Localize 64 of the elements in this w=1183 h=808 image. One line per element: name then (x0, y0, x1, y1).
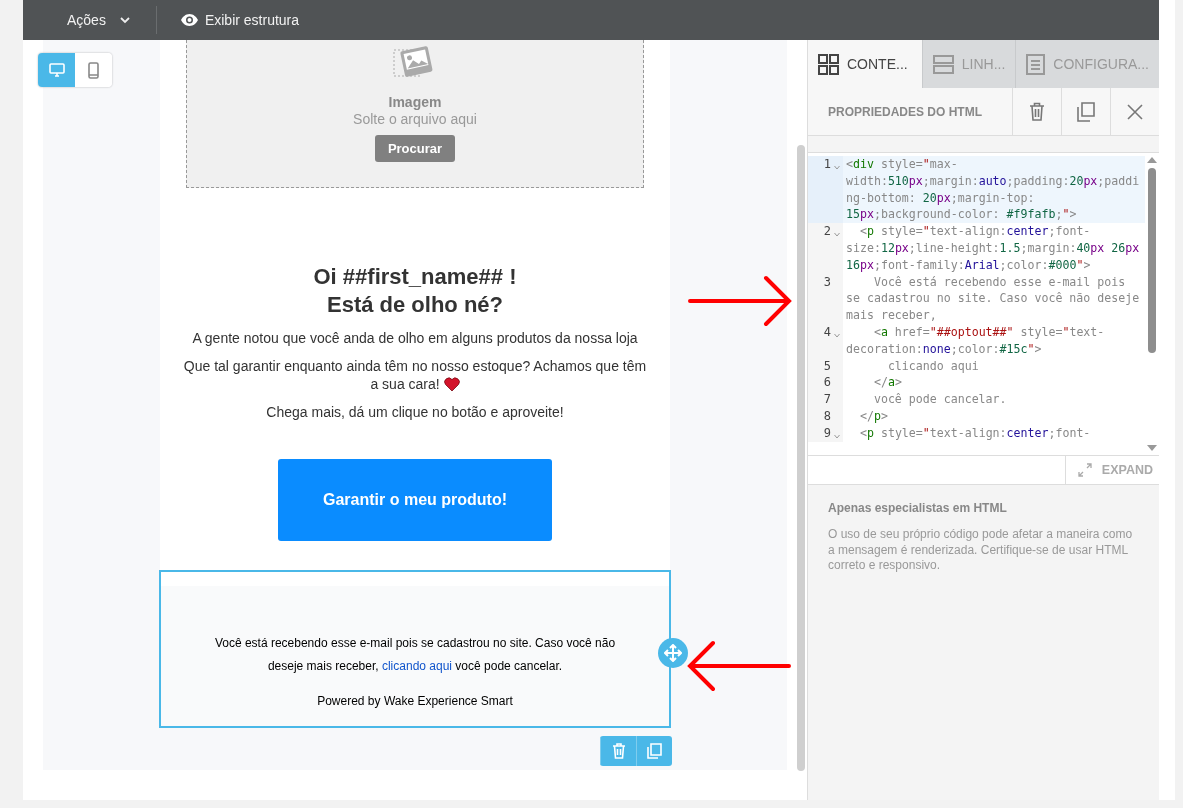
code-line: </a> (872, 374, 903, 392)
footer-block[interactable]: Você está recebendo esse e-mail pois se cadastrou no site. Caso você não deseje mais receber, clicando aqui você pode cancelar. Powered by Wake Experience Smart (159, 570, 671, 728)
code-line: <p style="text-align:center;font-size:12px;line-height:1.5;margin:40px 26px 16px;font-family:Arial;color:#000"> (845, 223, 1141, 274)
duplicate-block-button[interactable] (636, 736, 672, 766)
line-number: 5 (823, 357, 831, 375)
image-dropzone[interactable]: Imagem Solte o arquivo aqui Procurar (186, 40, 644, 188)
show-structure-button[interactable]: Exibir estrutura (180, 12, 300, 28)
trash-icon (611, 743, 626, 759)
phone-icon (88, 61, 99, 79)
unsubscribe-text: Você está recebendo esse e-mail pois se cadastrou no site. Caso você não deseje mais receber, clicando aqui você pode cancelar. (213, 635, 617, 675)
panel-title: PROPRIEDADES DO HTML (827, 104, 983, 119)
email-heading: Está de olho né? (326, 291, 504, 319)
fold-icon[interactable] (834, 232, 840, 238)
code-line: <p style="text-align:center;font- (858, 424, 1092, 442)
fold-icon[interactable] (834, 332, 840, 338)
heart-icon (443, 377, 460, 391)
line-number: 4 (823, 323, 831, 341)
expand-icon (1077, 463, 1092, 477)
eye-icon (180, 14, 198, 26)
desktop-view-button[interactable] (38, 53, 75, 87)
line-number: 8 (823, 407, 831, 425)
cta-button[interactable]: Garantir o meu produto! (278, 459, 552, 541)
chevron-down-icon (119, 16, 130, 24)
email-paragraph: Chega mais, dá um clique no botão e aproveite! (265, 403, 565, 421)
mobile-view-button[interactable] (75, 53, 112, 87)
monitor-icon (48, 63, 65, 77)
panel-tab[interactable]: CONTE... (808, 40, 923, 88)
trash-icon (1029, 102, 1045, 121)
line-number: 1 (823, 156, 831, 173)
code-line: clicando aqui (886, 357, 980, 375)
fold-icon[interactable] (834, 165, 840, 170)
browse-button[interactable]: Procurar (374, 135, 456, 162)
line-number: 7 (823, 391, 831, 408)
email-heading: Oi ##first_name## ! (312, 263, 518, 291)
code-line: </p> (858, 407, 889, 425)
email-paragraph: Que tal garantir enquanto ainda têm no nosso estoque? Achamos que têm a sua cara! (182, 357, 648, 393)
email-paragraph: A gente notou que você anda de olho em alguns produtos da nossa loja (191, 329, 639, 347)
grid-icon (818, 53, 839, 75)
close-icon (1127, 103, 1143, 120)
copy-icon (1077, 101, 1095, 122)
line-number: 9 (823, 424, 831, 442)
image-title: Imagem (388, 94, 442, 110)
rows-icon (932, 53, 954, 75)
delete-block-button[interactable] (600, 736, 636, 766)
scrollbar[interactable] (797, 145, 805, 771)
line-number: 6 (823, 374, 831, 392)
scroll-up-icon[interactable] (1147, 156, 1157, 163)
actions-menu[interactable]: Ações (67, 12, 130, 28)
image-hint: Solte o arquivo aqui (353, 111, 477, 127)
notice-title: Apenas especialistas em HTML (828, 501, 1008, 515)
code-editor[interactable] (808, 153, 1159, 455)
move-handle[interactable] (658, 638, 688, 668)
powered-by-text: Powered by Wake Experience Smart (316, 694, 514, 708)
move-icon (664, 644, 682, 662)
notice-text: O uso de seu próprio código pode afetar a maneira como a mensagem é renderizada. Certifique-se de usar HTML correto e responsivo. (828, 527, 1134, 574)
scroll-down-icon[interactable] (1147, 445, 1157, 452)
line-number: 3 (823, 273, 831, 291)
document-icon (1026, 53, 1046, 75)
unsubscribe-link[interactable]: clicando aqui (381, 659, 452, 673)
line-number: 2 (823, 223, 831, 240)
copy-icon (647, 743, 662, 759)
code-line: você pode cancelar. (872, 391, 1008, 408)
scrollbar-thumb[interactable] (1148, 168, 1156, 353)
fold-icon[interactable] (834, 433, 840, 439)
